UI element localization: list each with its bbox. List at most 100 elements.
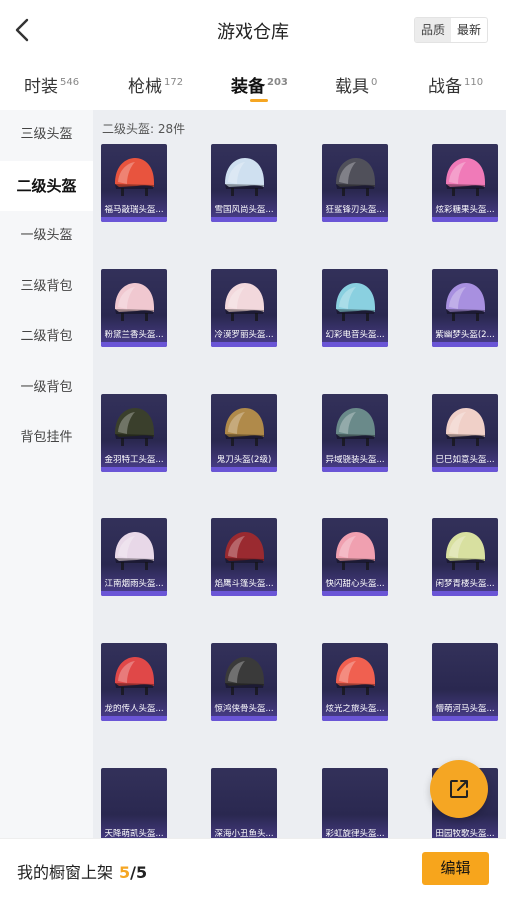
helmet-icon	[336, 283, 375, 321]
sidebar-item-level1-helmet[interactable]: 一级头盔	[0, 211, 93, 262]
helmet-icon	[225, 158, 264, 196]
showcase-label: 我的橱窗上架	[17, 863, 114, 882]
tab-label: 时装	[24, 77, 58, 97]
tab-firearms[interactable]: 枪械 172	[128, 72, 183, 97]
item-card[interactable]: 懵萌河马头盔...	[432, 643, 498, 721]
tab-label: 枪械	[128, 77, 162, 97]
item-card[interactable]: 粉黛兰香头盔...	[101, 269, 167, 347]
rarity-stripe	[211, 217, 277, 222]
bottom-bar: 我的橱窗上架 5/5 编辑	[0, 838, 506, 897]
helmet-icon	[336, 408, 375, 446]
showcase-used-count: 5	[119, 863, 131, 882]
sidebar-item-level2-helmet[interactable]: 二级头盔	[0, 160, 93, 211]
helmet-icon	[115, 657, 154, 695]
item-card[interactable]: 快闪甜心头盔...	[322, 518, 388, 596]
item-card[interactable]: 惊鸿侠骨头盔...	[211, 643, 277, 721]
tab-equipment[interactable]: 装备 203	[231, 72, 288, 102]
item-name: 懵萌河马头盔...	[435, 704, 495, 714]
item-card[interactable]: 天降萌凯头盔...	[101, 768, 167, 838]
back-button[interactable]	[8, 14, 36, 46]
helmet-icon	[225, 657, 264, 695]
rarity-stripe	[322, 591, 388, 596]
share-button[interactable]	[430, 760, 488, 818]
helmet-icon	[336, 532, 375, 570]
item-card[interactable]: 龙的传人头盔...	[101, 643, 167, 721]
item-name: 粉黛兰香头盔...	[104, 330, 164, 340]
rarity-stripe	[322, 716, 388, 721]
rarity-stripe	[211, 716, 277, 721]
item-name: 鬼刀头盔(2级)	[216, 455, 272, 465]
rarity-stripe	[432, 716, 498, 721]
tab-count: 0	[371, 77, 378, 89]
helmet-icon	[225, 532, 264, 570]
subcategory-sidebar: 三级头盔 二级头盔 一级头盔 三级背包 二级背包 一级背包 背包挂件	[0, 110, 93, 838]
rarity-stripe	[322, 342, 388, 347]
item-name: 异域骁装头盔...	[325, 455, 385, 465]
item-name: 田园牧歌头盔...	[435, 829, 495, 838]
sidebar-item-level3-backpack[interactable]: 三级背包	[0, 262, 93, 313]
sort-newest-option[interactable]: 最新	[451, 18, 487, 42]
item-card[interactable]: 狂鲨锋刃头盔...	[322, 144, 388, 222]
rarity-stripe	[101, 591, 167, 596]
sort-toggle: 品质 最新	[414, 17, 489, 43]
item-name: 金羽特工头盔...	[104, 455, 164, 465]
tab-vehicles[interactable]: 载具 0	[335, 72, 377, 97]
rarity-stripe	[432, 342, 498, 347]
rarity-stripe	[211, 467, 277, 472]
item-card[interactable]: 鬼刀头盔(2级)	[211, 394, 277, 472]
edit-button[interactable]: 编辑	[422, 852, 489, 885]
rarity-stripe	[432, 467, 498, 472]
sidebar-item-level1-backpack[interactable]: 一级背包	[0, 363, 93, 414]
rarity-stripe	[322, 217, 388, 222]
item-card[interactable]: 紫幽梦头盔(2...	[432, 269, 498, 347]
item-card[interactable]: 深海小丑鱼头...	[211, 768, 277, 838]
rarity-stripe	[101, 217, 167, 222]
helmet-icon	[446, 532, 485, 570]
item-card[interactable]: 巳巳如意头盔...	[432, 394, 498, 472]
rarity-stripe	[211, 591, 277, 596]
top-bar: 游戏仓库 品质 最新	[0, 0, 506, 60]
item-name: 巳巳如意头盔...	[435, 455, 495, 465]
tab-battle-prep[interactable]: 战备 110	[428, 72, 483, 97]
helmet-icon	[115, 283, 154, 321]
tab-label: 战备	[428, 77, 462, 97]
tab-fashion[interactable]: 时装 546	[24, 72, 79, 97]
item-name: 闲梦青楼头盔...	[435, 579, 495, 589]
item-card[interactable]: 幻彩电音头盔...	[322, 269, 388, 347]
item-name: 幻彩电音头盔...	[325, 330, 385, 340]
rarity-stripe	[101, 716, 167, 721]
item-card[interactable]: 雪国风尚头盔...	[211, 144, 277, 222]
category-tabs: 时装 546 枪械 172 装备 203 载具 0 战备 110	[0, 60, 506, 110]
item-name: 快闪甜心头盔...	[325, 579, 385, 589]
item-card[interactable]: 江南烟雨头盔...	[101, 518, 167, 596]
rarity-stripe	[432, 591, 498, 596]
chevron-left-icon	[15, 18, 29, 42]
sidebar-item-level2-backpack[interactable]: 二级背包	[0, 312, 93, 363]
item-card[interactable]: 金羽特工头盔...	[101, 394, 167, 472]
showcase-status: 我的橱窗上架 5/5	[17, 859, 147, 883]
tab-label: 载具	[335, 77, 369, 97]
item-card[interactable]: 闲梦青楼头盔...	[432, 518, 498, 596]
item-card[interactable]: 异域骁装头盔...	[322, 394, 388, 472]
item-name: 焰鹰斗篷头盔...	[214, 579, 274, 589]
item-name: 狂鲨锋刃头盔...	[325, 205, 385, 215]
item-name: 福马敲瑞头盔...	[104, 205, 164, 215]
item-card[interactable]: 彩虹旋律头盔...	[322, 768, 388, 838]
item-grid-area[interactable]: 二级头盔: 28件 福马敲瑞头盔... 雪国风尚头盔... 狂鲨锋刃头盔... 炫彩糖…	[93, 110, 506, 838]
helmet-icon	[446, 283, 485, 321]
helmet-icon	[336, 657, 375, 695]
item-card[interactable]: 炫彩糖果头盔...	[432, 144, 498, 222]
sidebar-item-level3-helmet[interactable]: 三级头盔	[0, 110, 93, 161]
item-card[interactable]: 炫光之旅头盔...	[322, 643, 388, 721]
item-card[interactable]: 焰鹰斗篷头盔...	[211, 518, 277, 596]
item-card[interactable]: 冷漠罗丽头盔...	[211, 269, 277, 347]
tab-count: 172	[164, 77, 184, 89]
sidebar-item-backpack-charm[interactable]: 背包挂件	[0, 413, 93, 464]
sort-quality-option[interactable]: 品质	[415, 18, 452, 42]
item-name: 天降萌凯头盔...	[104, 829, 164, 838]
tab-label: 装备	[231, 77, 265, 97]
helmet-icon	[115, 408, 154, 446]
helmet-icon	[225, 283, 264, 321]
helmet-icon	[115, 532, 154, 570]
item-card[interactable]: 福马敲瑞头盔...	[101, 144, 167, 222]
